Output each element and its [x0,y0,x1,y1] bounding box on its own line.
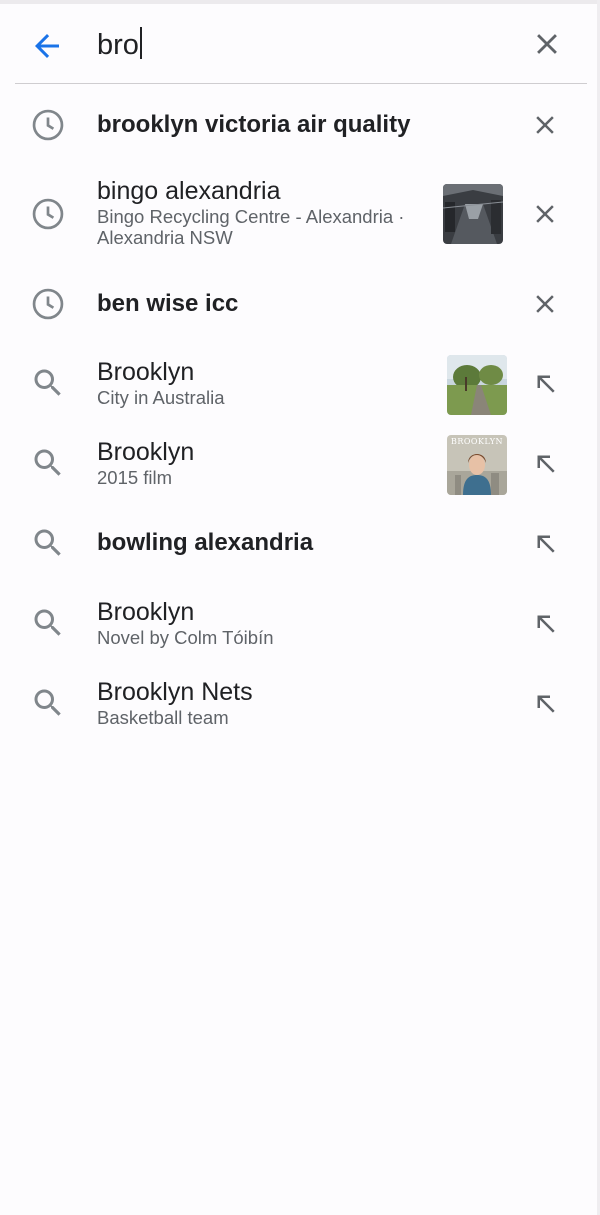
suggestion-subtitle: Bingo Recycling Centre - Alexandria · [97,206,405,227]
suggestion-item[interactable]: Brooklyn City in Australia [0,343,600,423]
fill-query-button[interactable] [530,368,560,398]
arrow-up-left-icon [537,695,555,713]
text-cursor [139,27,142,59]
suggestion-item[interactable]: Brooklyn 2015 film BROOKLYN [0,423,600,503]
history-clock-icon [30,196,66,232]
suggestion-item[interactable]: brooklyn victoria air quality [0,85,600,165]
suggestion-subtitle: 2015 film [97,467,173,488]
search-bar: bro [15,4,587,84]
remove-suggestion-button[interactable] [530,199,560,229]
remove-suggestion-button[interactable] [530,110,560,140]
suggestion-subtitle-line2: Alexandria NSW [97,227,233,248]
suggestion-title: ben wise icc [97,290,239,317]
suggestion-item[interactable]: Brooklyn Nets Basketball team [0,663,600,743]
suggestion-thumbnail [447,355,507,415]
close-icon [536,295,554,313]
suggestion-title: Brooklyn [97,358,195,386]
suggestion-subtitle: Novel by Colm Tóibín [97,627,274,648]
search-icon [30,365,66,401]
suggestion-item[interactable]: bowling alexandria [0,503,600,583]
arrow-up-left-icon [537,455,555,473]
suggestion-subtitle: City in Australia [97,387,225,408]
suggestion-title: bowling alexandria [97,529,314,556]
search-icon [30,445,66,481]
search-icon [30,605,66,641]
search-icon [30,525,66,561]
suggestion-title: Brooklyn [97,598,195,626]
suggestion-subtitle: Basketball team [97,707,229,728]
suggestion-title: bingo alexandria [97,177,281,205]
suggestion-title: Brooklyn Nets [97,678,253,706]
close-icon [536,205,554,223]
remove-suggestion-button[interactable] [530,289,560,319]
back-button[interactable] [29,28,65,64]
clear-search-button[interactable] [530,27,564,61]
search-input[interactable]: bro [97,26,142,64]
arrow-up-left-icon [537,615,555,633]
arrow-up-left-icon [537,375,555,393]
fill-query-button[interactable] [530,608,560,638]
suggestion-title: brooklyn victoria air quality [97,111,411,138]
suggestion-title: Brooklyn [97,438,195,466]
history-clock-icon [30,107,66,143]
arrow-back-icon [35,34,59,58]
close-icon [537,34,557,54]
search-query-text: bro [97,29,139,61]
search-icon [30,685,66,721]
close-icon [536,116,554,134]
poster-title-text: BROOKLYN [451,437,503,446]
suggestion-thumbnail: BROOKLYN [447,435,507,495]
history-clock-icon [30,286,66,322]
search-divider [15,83,587,84]
fill-query-button[interactable] [530,688,560,718]
suggestion-item[interactable]: bingo alexandria Bingo Recycling Centre … [0,165,600,265]
suggestion-thumbnail [443,184,503,244]
fill-query-button[interactable] [530,448,560,478]
suggestion-item[interactable]: ben wise icc [0,265,600,343]
fill-query-button[interactable] [530,528,560,558]
suggestion-item[interactable]: Brooklyn Novel by Colm Tóibín [0,583,600,663]
arrow-up-left-icon [537,535,555,553]
